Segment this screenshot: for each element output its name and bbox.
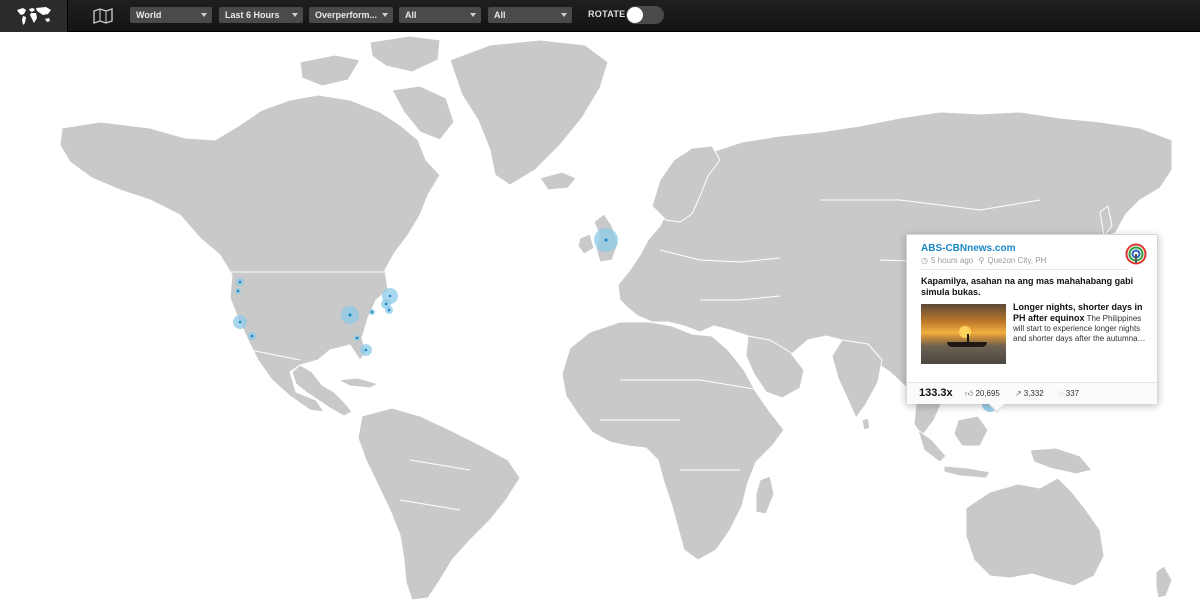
location: Quezon City, PH xyxy=(987,256,1047,265)
location-pin-icon: ⚲ xyxy=(978,256,985,265)
overperform-score: 133.3x xyxy=(919,387,953,399)
top-toolbar: World Last 6 Hours Overperform... All Al… xyxy=(0,0,1200,32)
map-marker-dot xyxy=(348,313,352,317)
world-map-icon[interactable] xyxy=(0,0,68,32)
clock-icon: ◷ xyxy=(921,256,928,265)
north-america xyxy=(59,94,441,413)
comments-stat: ◌ 337 xyxy=(1059,389,1079,398)
sumatra xyxy=(917,429,947,463)
chevron-down-icon xyxy=(382,13,388,17)
rotate-label: ROTATE xyxy=(588,9,626,19)
shares-count: 3,332 xyxy=(1023,389,1044,398)
thumbnail-mast xyxy=(967,334,969,342)
share-icon: ↗ xyxy=(1015,389,1022,398)
thumbnail-sun xyxy=(959,326,971,338)
thumbs-up-icon: 👍︎ xyxy=(965,389,974,398)
metric-dropdown[interactable]: Overperform... xyxy=(309,7,393,23)
rotate-toggle[interactable] xyxy=(626,6,664,24)
new-guinea xyxy=(1029,447,1093,475)
popup-footer: 133.3x 👍︎ 20,695 ↗ 3,332 ◌ 337 xyxy=(907,382,1157,404)
filter-dropdown-2[interactable]: All xyxy=(488,7,572,23)
source-link[interactable]: ABS-CBNnews.com xyxy=(921,243,1015,254)
shares-stat: ↗ 3,332 xyxy=(1015,389,1044,398)
time-ago: 5 hours ago xyxy=(930,256,974,265)
cuba xyxy=(337,377,379,389)
divider xyxy=(921,269,1127,270)
article-meta: ◷ 5 hours ago ⚲ Quezon City, PH xyxy=(921,256,1049,265)
map-marker-dot xyxy=(604,238,608,242)
south-america xyxy=(357,407,521,600)
greenland xyxy=(449,39,609,186)
story-preview[interactable]: Longer nights, shorter days in PH after … xyxy=(1013,302,1151,344)
chevron-down-icon xyxy=(201,13,207,17)
new-zealand xyxy=(1155,565,1173,599)
toggle-knob xyxy=(627,7,643,23)
article-thumbnail[interactable] xyxy=(921,304,1006,364)
thumbnail-boat xyxy=(947,342,987,347)
article-popup[interactable]: ABS-CBNnews.com ◷ 5 hours ago ⚲ Quezon Cit… xyxy=(906,234,1158,413)
flat-map-icon[interactable] xyxy=(90,6,116,26)
chevron-down-icon xyxy=(561,13,567,17)
filter-dropdown-1[interactable]: All xyxy=(399,7,481,23)
time-range-dropdown[interactable]: Last 6 Hours xyxy=(219,7,303,23)
comment-icon: ◌ xyxy=(1059,389,1064,398)
java xyxy=(943,465,991,479)
arctic-islands-2 xyxy=(369,35,441,73)
comments-count: 337 xyxy=(1065,389,1080,398)
australia xyxy=(965,477,1105,587)
borneo xyxy=(953,415,989,447)
article-headline[interactable]: Kapamilya, asahan na ang mas mahahabang … xyxy=(921,276,1147,298)
region-dropdown[interactable]: World xyxy=(130,7,212,23)
ireland xyxy=(577,233,595,255)
madagascar xyxy=(755,475,775,515)
india xyxy=(831,339,883,419)
arctic-islands xyxy=(299,54,361,87)
chevron-down-icon xyxy=(292,13,298,17)
source-logo-icon xyxy=(1125,243,1147,265)
sri-lanka xyxy=(861,417,871,431)
iceland xyxy=(539,171,577,191)
chevron-down-icon xyxy=(470,13,476,17)
